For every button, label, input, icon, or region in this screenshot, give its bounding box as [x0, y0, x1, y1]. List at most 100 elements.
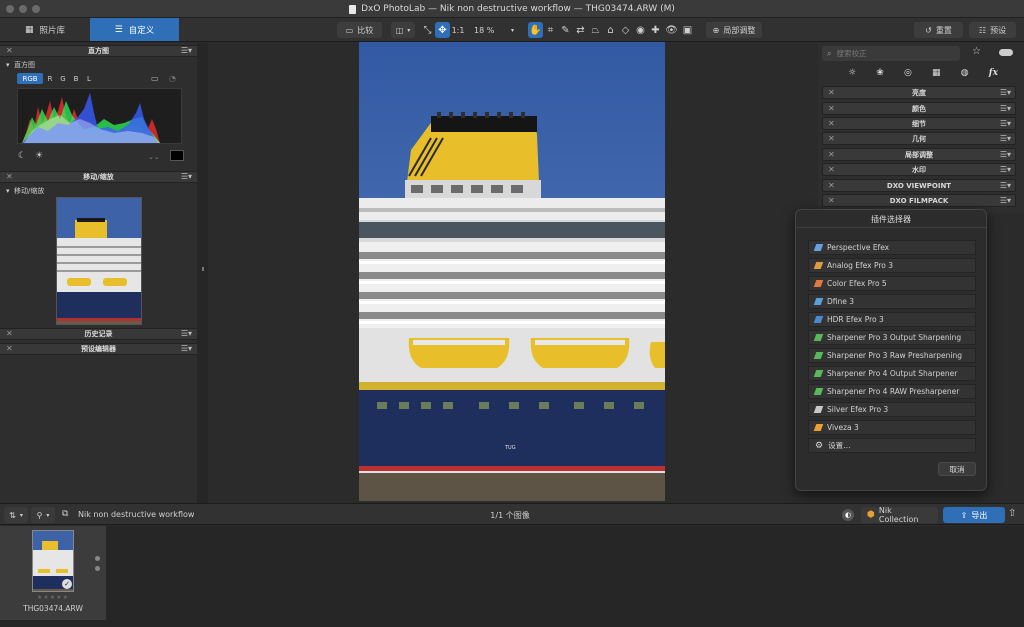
splitter-handle[interactable] — [202, 267, 204, 271]
thumbnail-image[interactable]: ✓ — [32, 530, 74, 592]
view-mode-dropdown[interactable]: ◫ ▾ — [391, 22, 415, 38]
close-icon[interactable]: ✕ — [6, 46, 13, 55]
history-header[interactable]: ✕ 历史记录 ☰▾ — [0, 328, 197, 340]
panel-menu-icon[interactable]: ☰▾ — [181, 46, 192, 55]
close-icon[interactable]: ✕ — [6, 329, 13, 338]
main-photo[interactable]: TUG — [359, 42, 665, 501]
close-icon[interactable]: ✕ — [828, 165, 835, 174]
filter-dropdown[interactable]: ⚲ ▾ — [31, 507, 55, 523]
local-adjust-button[interactable]: ⊕ 局部调整 — [706, 22, 762, 38]
crop-tool-icon[interactable]: ⌗ — [543, 22, 558, 38]
bandage-icon[interactable]: ✚ — [648, 22, 663, 38]
move-zoom-sub[interactable]: ▾ 移动/缩放 — [6, 186, 44, 196]
presets-button[interactable]: ☷ 预设 — [969, 22, 1016, 38]
plugin-silver-efex[interactable]: Silver Efex Pro 3 — [808, 402, 976, 417]
eyedropper-icon[interactable]: ✎ — [558, 22, 573, 38]
close-icon[interactable]: ✕ — [828, 150, 835, 159]
panel-menu-icon[interactable]: ☰▾ — [1000, 104, 1011, 113]
section-color[interactable]: ✕ 颜色 ☰▾ — [822, 102, 1016, 115]
fx-icon[interactable]: fx — [989, 68, 998, 78]
left-panel-splitter[interactable] — [197, 43, 208, 503]
search-input[interactable]: 搜索校正 — [836, 48, 866, 59]
plugin-sharpener-3-raw[interactable]: Sharpener Pro 3 Raw Presharpening — [808, 348, 976, 363]
section-filmpack[interactable]: ✕ DXO FILMPACK ☰▾ — [822, 194, 1016, 207]
section-geometry[interactable]: ✕ 几何 ☰▾ — [822, 132, 1016, 145]
channel-r[interactable]: R — [45, 73, 55, 84]
section-viewpoint[interactable]: ✕ DXO VIEWPOINT ☰▾ — [822, 179, 1016, 192]
loupe-icon[interactable]: ▣ — [680, 22, 695, 38]
perspective-rect-icon[interactable]: ⌂ — [603, 22, 618, 38]
red-eye-icon[interactable]: ◉ — [633, 22, 648, 38]
hand-tool-icon[interactable]: ✋ — [528, 22, 543, 38]
fit-screen-icon[interactable]: ⤡ — [420, 22, 435, 38]
histogram-sub[interactable]: ▾ 直方图 — [6, 60, 35, 70]
channel-b[interactable]: B — [71, 73, 81, 84]
nik-collection-button[interactable]: ⬢ Nik Collection — [861, 506, 938, 524]
thumbnail-cell[interactable]: ✓ ★★★★★ THG03474.ARW — [0, 526, 106, 620]
horizon-tool-icon[interactable]: ⇄ — [573, 22, 588, 38]
sun-icon[interactable]: ☀ — [35, 151, 43, 161]
panel-menu-icon[interactable]: ☰▾ — [1000, 165, 1011, 174]
black-swatch[interactable] — [170, 150, 184, 161]
section-watermark[interactable]: ✕ 水印 ☰▾ — [822, 163, 1016, 176]
close-icon[interactable]: ✕ — [828, 181, 835, 190]
panel-menu-icon[interactable]: ☰▾ — [181, 329, 192, 338]
histogram-header[interactable]: ✕ 直方图 ☰▾ — [0, 45, 197, 57]
plugin-perspective-efex[interactable]: Perspective Efex — [808, 240, 976, 255]
plugin-dfine[interactable]: Dfine 3 — [808, 294, 976, 309]
detail-icon[interactable]: ◎ — [904, 68, 912, 78]
close-icon[interactable]: ✕ — [6, 344, 13, 353]
plugin-viveza[interactable]: Viveza 3 — [808, 420, 976, 435]
close-icon[interactable]: ✕ — [828, 104, 835, 113]
sort-dropdown[interactable]: ⇅ ▾ — [4, 507, 28, 523]
move-tool-icon[interactable]: ✥ — [435, 22, 450, 38]
geometry-icon[interactable]: ▦ — [932, 68, 941, 78]
move-zoom-header[interactable]: ✕ 移动/缩放 ☰▾ — [0, 171, 197, 183]
close-icon[interactable]: ✕ — [828, 196, 835, 205]
preset-editor-header[interactable]: ✕ 预设编辑器 ☰▾ — [0, 343, 197, 355]
section-brightness[interactable]: ✕ 亮度 ☰▾ — [822, 86, 1016, 99]
plugin-sharpener-4-raw[interactable]: Sharpener Pro 4 RAW Presharpener — [808, 384, 976, 399]
star-rating[interactable]: ★★★★★ — [0, 594, 106, 601]
eye-preview-icon[interactable]: 👁 — [664, 22, 679, 38]
channel-l[interactable]: L — [84, 73, 94, 84]
panel-menu-icon[interactable]: ☰▾ — [1000, 196, 1011, 205]
panel-menu-icon[interactable]: ☰▾ — [181, 172, 192, 181]
cancel-button[interactable]: 取消 — [938, 462, 976, 476]
plugin-color-efex[interactable]: Color Efex Pro 5 — [808, 276, 976, 291]
close-icon[interactable]: ✕ — [828, 134, 835, 143]
zoom-level-dropdown[interactable]: 18 % ▾ — [468, 22, 520, 38]
panel-menu-icon[interactable]: ☰▾ — [1000, 134, 1011, 143]
brightness-icon[interactable]: ☼ — [848, 68, 856, 78]
channel-rgb[interactable]: RGB — [17, 73, 43, 84]
watermark-icon[interactable]: ◍ — [961, 68, 969, 78]
panel-menu-icon[interactable]: ☰▾ — [1000, 181, 1011, 190]
clipping-icon[interactable]: ⌄⌄ — [148, 153, 160, 161]
monitor-icon[interactable]: ▭ — [151, 74, 159, 83]
share-icon[interactable]: ⇧ — [1008, 508, 1016, 519]
perspective-tool-icon[interactable]: ⏢ — [588, 22, 603, 38]
star-icon[interactable]: ☆ — [972, 46, 981, 57]
panel-menu-icon[interactable]: ☰▾ — [181, 344, 192, 353]
channel-g[interactable]: G — [58, 73, 68, 84]
compare-button[interactable]: ▭ 比较 — [337, 22, 382, 38]
close-icon[interactable]: ✕ — [6, 172, 13, 181]
plugin-settings[interactable]: ⚙ 设置… — [808, 438, 976, 453]
section-local-adjust[interactable]: ✕ 局部调整 ☰▾ — [822, 148, 1016, 161]
navigator-thumbnail[interactable] — [56, 197, 142, 325]
tab-customize[interactable]: ☰ 自定义 — [90, 18, 179, 41]
panel-menu-icon[interactable]: ☰▾ — [1000, 150, 1011, 159]
plugin-sharpener-3-output[interactable]: Sharpener Pro 3 Output Sharpening — [808, 330, 976, 345]
repair-tool-icon[interactable]: ◇ — [618, 22, 633, 38]
checkmark-icon[interactable]: ✓ — [62, 579, 72, 589]
search-field[interactable]: ⌕ 搜索校正 — [822, 46, 960, 61]
color-icon[interactable]: ❀ — [876, 68, 884, 78]
before-after-icon[interactable]: ◐ — [842, 509, 854, 521]
gamut-icon[interactable]: ◔ — [169, 74, 176, 83]
moon-icon[interactable]: ☾ — [18, 151, 26, 161]
toggle-switch[interactable] — [999, 49, 1013, 56]
zoom-one-to-one-button[interactable]: 1:1 — [451, 22, 465, 38]
plugin-analog-efex[interactable]: Analog Efex Pro 3 — [808, 258, 976, 273]
export-button[interactable]: ⇪ 导出 — [943, 507, 1005, 523]
panel-menu-icon[interactable]: ☰▾ — [1000, 119, 1011, 128]
